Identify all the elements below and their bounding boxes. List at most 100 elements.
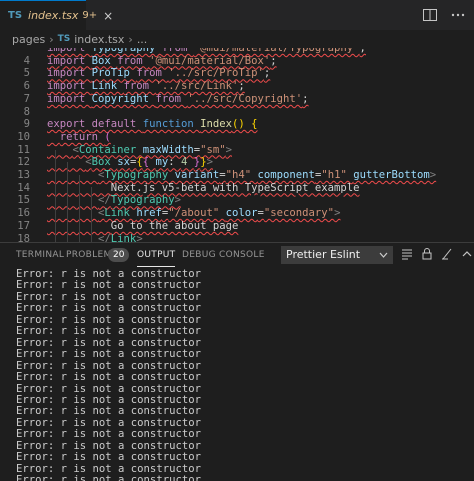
code-token: '../src/ProTip'	[168, 67, 264, 80]
code-token: "/about"	[168, 207, 226, 220]
code-line[interactable]: 7 import Copyright from '../src/Copyright…	[0, 93, 474, 106]
line-number: 17	[17, 219, 30, 232]
code-token: "secondary"	[263, 207, 335, 220]
code-token: ;	[263, 67, 271, 80]
code-line[interactable]: 13 <Typography variant="h4" component="h…	[0, 169, 474, 182]
chevron-right-icon: ›	[128, 32, 133, 46]
chevron-right-icon: ›	[49, 32, 54, 46]
indent-guide	[55, 150, 56, 242]
code-token: function	[142, 118, 201, 131]
tab-debug-console[interactable]: DEBUG CONSOLE	[182, 243, 265, 267]
code-token: (	[104, 130, 111, 143]
line-number: 16	[17, 207, 30, 220]
code-token: :	[168, 156, 182, 169]
code-token: 4	[181, 156, 194, 169]
code-token: >	[206, 156, 213, 169]
code-line[interactable]: 18 </Link>	[0, 233, 474, 243]
code-token: component	[257, 169, 315, 181]
breadcrumb-folder[interactable]: pages	[12, 33, 45, 46]
maximize-panel-icon[interactable]	[460, 247, 474, 261]
code-token: ;	[270, 54, 277, 67]
tab-label: index.tsx	[28, 9, 79, 22]
line-number: 7	[23, 92, 30, 105]
code-token: Go to the about page	[110, 219, 239, 232]
code-token: ;	[359, 48, 366, 54]
lock-icon[interactable]	[420, 247, 434, 261]
breadcrumb: pages › TS index.tsx › ...	[0, 30, 474, 48]
code-text: <Box sx={{ my: 4 }}>	[47, 156, 213, 169]
clear-output-icon[interactable]	[440, 247, 454, 261]
code-line[interactable]: 15 </Typography>	[0, 194, 474, 207]
code-token: Container	[78, 143, 143, 156]
tab-terminal[interactable]: TERMINAL	[16, 243, 64, 267]
code-token: Copyright	[91, 92, 156, 105]
problems-count-badge: 20	[108, 248, 130, 262]
breadcrumb-symbol[interactable]: ...	[137, 33, 148, 46]
code-token: Typography	[104, 169, 175, 181]
panel-tab-bar: TERMINAL PROBLEMS 20 OUTPUT DEBUG CONSOL…	[0, 243, 474, 267]
code-token: import	[47, 54, 92, 67]
code-token: from	[117, 54, 150, 67]
output-line: Error: r is not a constructor	[16, 428, 201, 441]
tab-index-tsx[interactable]: TS index.tsx 9+ ×	[0, 0, 113, 30]
output-line: Error: r is not a constructor	[16, 451, 201, 464]
list-filter-icon[interactable]	[400, 247, 414, 261]
code-token: from	[155, 92, 188, 105]
code-text: import Box from '@mui/material/Box';	[47, 55, 277, 68]
code-line[interactable]: 11 <Container maxWidth="sm">	[0, 144, 474, 157]
code-text: return (	[47, 131, 111, 144]
line-number: 10	[17, 130, 30, 143]
output-line: Error: r is not a constructor	[16, 474, 201, 481]
code-line[interactable]: 12 <Box sx={{ my: 4 }}>	[0, 156, 474, 169]
code-text: import Link from '../src/Link';	[47, 80, 245, 93]
output-channel-select[interactable]: Prettier Eslint	[281, 246, 393, 264]
code-token: '@mui/material/Box'	[149, 54, 271, 67]
output-line: Error: r is not a constructor	[16, 348, 201, 361]
code-line[interactable]: 14 Next.js v5-beta with TypeScript examp…	[0, 182, 474, 195]
code-token: Next.js v5-beta with TypeScript example	[110, 181, 360, 194]
code-token: "h4"	[225, 169, 258, 181]
code-line[interactable]: 5 import ProTip from '../src/ProTip';	[0, 67, 474, 80]
code-line[interactable]: 6 import Link from '../src/Link';	[0, 80, 474, 93]
output-log[interactable]: Error: r is not a constructor Error: r is…	[0, 269, 474, 481]
code-token: from	[136, 67, 169, 80]
code-line[interactable]: 10 return (	[0, 131, 474, 144]
line-number: 6	[23, 80, 30, 93]
code-token: from	[123, 80, 156, 93]
code-token: Typography	[91, 48, 162, 54]
close-icon[interactable]: ×	[103, 9, 113, 23]
indent-guide	[79, 175, 80, 242]
code-line[interactable]: 17 Go to the about page	[0, 220, 474, 233]
problem-count-badge: 9+	[82, 10, 98, 21]
typescript-file-icon: TS	[8, 10, 23, 21]
line-number: 9	[23, 118, 30, 131]
line-number: 15	[17, 194, 30, 207]
code-line[interactable]: 16 <Link href="/about" color="secondary"…	[0, 207, 474, 220]
breadcrumb-file[interactable]: index.tsx	[74, 33, 124, 46]
code-token: '../src/Link'	[155, 80, 239, 93]
chevron-down-icon	[379, 247, 388, 269]
panel-actions	[400, 247, 474, 261]
tab-output[interactable]: OUTPUT	[137, 243, 176, 267]
bottom-panel: TERMINAL PROBLEMS 20 OUTPUT DEBUG CONSOL…	[0, 242, 474, 481]
more-actions-icon[interactable]	[450, 7, 466, 23]
code-token: export	[47, 118, 92, 131]
code-token: import	[47, 80, 92, 93]
code-token: Index	[200, 118, 232, 131]
code-editor[interactable]: import Typography from '@mui/material/Ty…	[0, 48, 474, 242]
line-number: 12	[17, 156, 30, 169]
code-line[interactable]: 9 export default function Index() {	[0, 118, 474, 131]
code-token: Link	[104, 207, 137, 220]
split-editor-icon[interactable]	[422, 7, 438, 23]
code-line[interactable]: 4 import Box from '@mui/material/Box';	[0, 55, 474, 68]
code-line[interactable]: 8	[0, 106, 474, 119]
line-number: 8	[23, 105, 30, 118]
indent-guide	[91, 187, 92, 242]
code-token: </	[98, 194, 111, 207]
code-token: >	[174, 194, 181, 207]
code-token: Box	[91, 156, 118, 169]
code-text: <Typography variant="h4" component="h1" …	[47, 169, 436, 182]
line-number: 18	[17, 232, 30, 243]
